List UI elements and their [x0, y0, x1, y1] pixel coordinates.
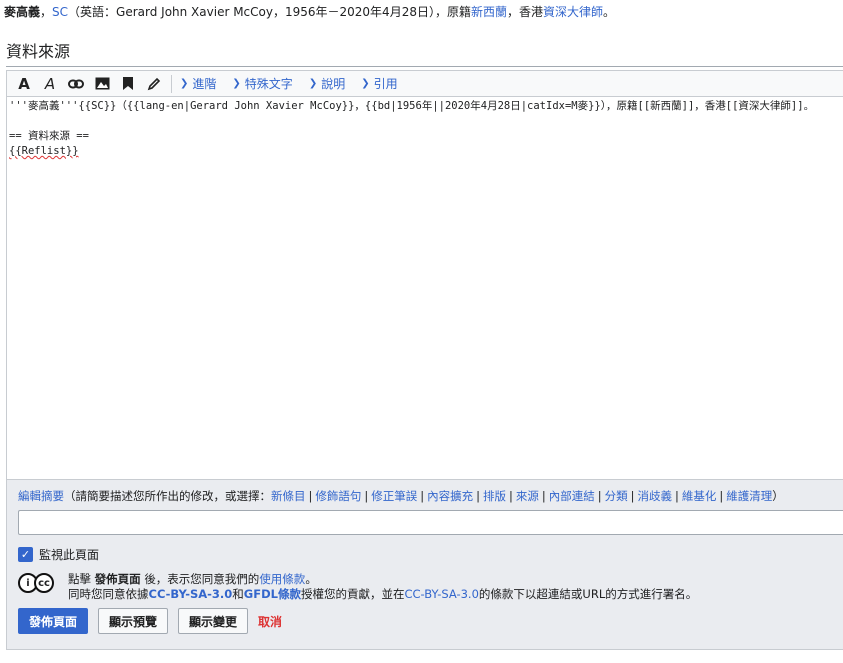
italic-icon[interactable]: A [37, 71, 63, 97]
cc-by-sa-link[interactable]: CC-BY-SA-3.0 [149, 587, 233, 601]
tab-special-characters[interactable]: ❯ 特殊文字 [228, 75, 292, 92]
preview-paragraph: 麥高義，SC（英語：Gerard John Xavier McCoy，1956年… [4, 5, 616, 19]
preview-name: 麥高義 [4, 5, 41, 19]
summary-tag[interactable]: 內容擴充 [427, 489, 473, 503]
link-icon[interactable] [63, 71, 89, 97]
tab-cite[interactable]: ❯ 引用 [357, 75, 397, 92]
image-icon[interactable] [89, 71, 115, 97]
summary-label-row: 編輯摘要（請簡要描述您所作出的修改，或選擇：新條目 | 修飾語句 | 修正筆誤 | 內容擴充… [18, 489, 784, 503]
chevron-right-icon: ❯ [180, 78, 189, 89]
editor-line: {{Reflist}} [9, 145, 79, 157]
summary-tag[interactable]: 新條目 [271, 489, 306, 503]
summary-hint: （請簡要描述您所作出的修改，或選擇： [64, 489, 271, 503]
preview-text-2: ，香港 [506, 5, 543, 19]
tab-label: 進階 [192, 77, 217, 91]
summary-tag[interactable]: 消歧義 [638, 489, 673, 503]
show-changes-button[interactable]: 顯示變更 [178, 608, 249, 634]
summary-tag[interactable]: 內部連結 [549, 489, 595, 503]
preview-text-end: 。 [603, 5, 616, 19]
summary-tag[interactable]: 分類 [605, 489, 628, 503]
summary-tag[interactable]: 排版 [483, 489, 506, 503]
tab-label: 說明 [321, 77, 346, 91]
summary-tag[interactable]: 來源 [516, 489, 539, 503]
tab-label: 特殊文字 [244, 77, 293, 91]
summary-tag[interactable]: 修飾語句 [315, 489, 361, 503]
summary-tag[interactable]: 維護清理 [726, 489, 772, 503]
title-link[interactable]: 資深大律師 [543, 5, 603, 19]
editor-line: == 資料來源 == [9, 130, 89, 142]
summary-label-link[interactable]: 編輯摘要 [18, 489, 64, 503]
wikitext-editor: A A ❯ 進階 ❯ 特殊文字 ❯ 說明 ❯ 引用 '''麥高義'''{{SC}}（{{… [6, 70, 843, 480]
chevron-right-icon: ❯ [232, 78, 241, 89]
terms-link[interactable]: 使用條款 [259, 572, 305, 586]
chevron-right-icon: ❯ [361, 78, 370, 89]
summary-tag[interactable]: 修正筆誤 [371, 489, 417, 503]
summary-close: ） [772, 489, 784, 503]
preview-text-1: （英語：Gerard John Xavier McCoy，1956年－2020年… [68, 5, 471, 19]
chevron-right-icon: ❯ [308, 78, 318, 89]
watch-checkbox-row[interactable]: ✓ 監視此頁面 [18, 546, 99, 563]
edit-options-panel: 編輯摘要（請簡要描述您所作出的修改，或選擇：新條目 | 修飾語句 | 修正筆誤 | 內容擴充… [6, 480, 843, 650]
cancel-link[interactable]: 取消 [258, 613, 282, 630]
gfdl-link[interactable]: GFDL條款 [244, 587, 301, 601]
signature-icon[interactable] [141, 71, 167, 97]
tab-advanced[interactable]: ❯ 進階 [176, 75, 216, 92]
license-notice: i cc 點擊 發佈頁面 後，表示您同意我們的使用條款。 同時您同意依據CC-B… [18, 572, 697, 602]
tab-label: 引用 [373, 77, 398, 91]
bold-icon[interactable]: A [11, 71, 37, 97]
reference-icon[interactable] [115, 71, 141, 97]
checkbox-checked-icon[interactable]: ✓ [18, 547, 33, 562]
preview-button[interactable]: 顯示預覽 [98, 608, 169, 634]
creative-commons-icon: i cc [18, 572, 64, 594]
license-text: 點擊 發佈頁面 後，表示您同意我們的使用條款。 同時您同意依據CC-BY-SA-… [68, 572, 698, 601]
section-heading: 資料來源 [6, 38, 843, 67]
tab-help[interactable]: ❯ 說明 [305, 75, 345, 92]
wikitext-textarea[interactable]: '''麥高義'''{{SC}}（{{lang-en|Gerard John Xa… [7, 97, 843, 161]
editor-line: '''麥高義'''{{SC}}（{{lang-en|Gerard John Xa… [9, 100, 815, 112]
sc-link[interactable]: SC [52, 5, 68, 19]
toolbar-divider [171, 74, 172, 93]
summary-tag[interactable]: 維基化 [682, 489, 717, 503]
country-link[interactable]: 新西蘭 [471, 5, 507, 19]
editor-toolbar: A A ❯ 進階 ❯ 特殊文字 ❯ 說明 ❯ 引用 [7, 71, 843, 97]
cc-by-sa-link-2[interactable]: CC-BY-SA-3.0 [404, 587, 478, 601]
watch-label: 監視此頁面 [39, 548, 100, 562]
summary-input[interactable] [18, 510, 843, 535]
publish-button[interactable]: 發佈頁面 [18, 608, 89, 634]
edit-actions: 發佈頁面 顯示預覽 顯示變更 取消 [18, 608, 282, 634]
